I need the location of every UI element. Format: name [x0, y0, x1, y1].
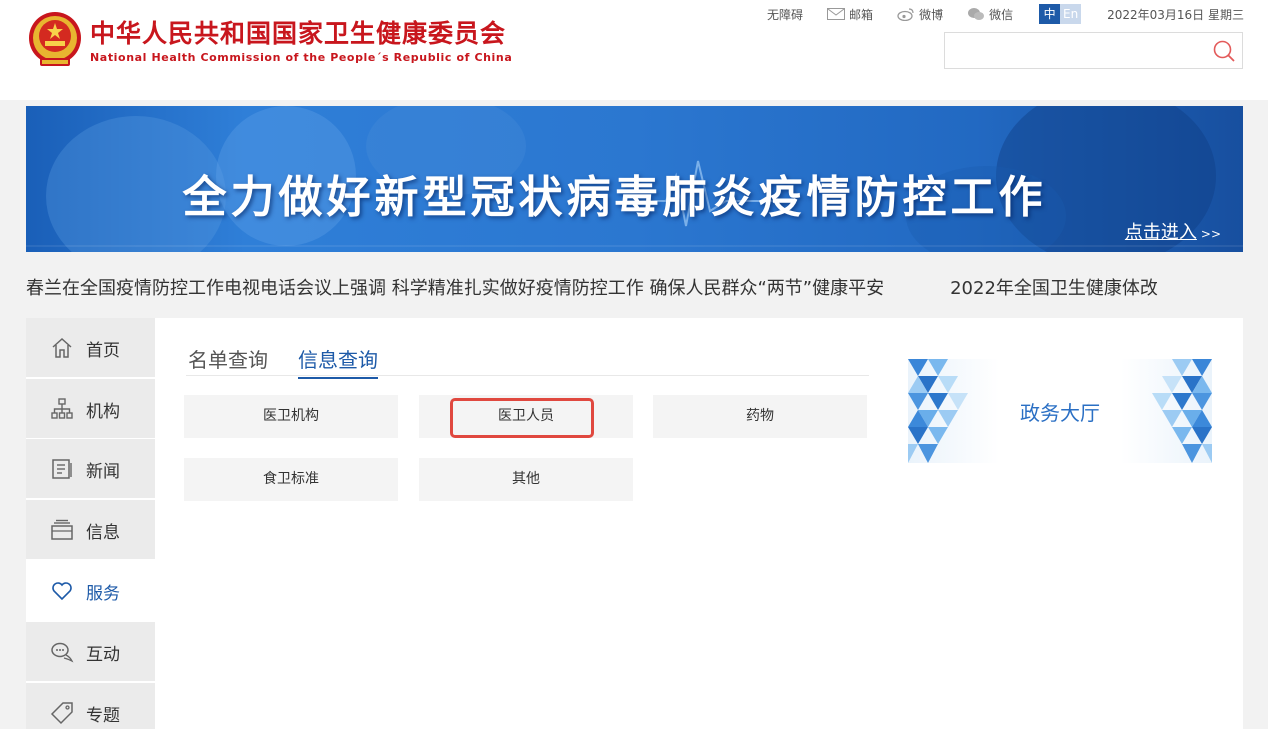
banner-enter-link[interactable]: 点击进入 >>	[1125, 218, 1221, 244]
banner-enter-arrow: >>	[1200, 227, 1221, 241]
weibo-icon	[897, 8, 914, 21]
lang-zh-button[interactable]: 中	[1039, 4, 1061, 24]
medical-institution-button[interactable]: 医卫机构	[184, 395, 398, 438]
sidebar-item-label: 信息	[86, 523, 120, 543]
wechat-icon	[968, 8, 985, 20]
epidemic-banner[interactable]: 全力做好新型冠状病毒肺炎疫情防控工作 点击进入 >>	[26, 106, 1243, 252]
accessibility-link[interactable]: 无障碍	[767, 6, 803, 23]
home-icon	[52, 337, 72, 358]
banner-enter-label: 点击进入	[1124, 222, 1197, 243]
medical-personnel-button[interactable]: 医卫人员	[419, 395, 633, 438]
org-chart-icon	[51, 398, 73, 419]
sidebar-item-org[interactable]: 机构	[26, 379, 155, 438]
info-stack-icon	[51, 519, 73, 540]
service-hall-label: 政务大厅	[1020, 401, 1100, 425]
sidebar-item-news[interactable]: 新闻	[26, 439, 155, 498]
ticker-track: 春兰在全国疫情防控工作电视电话会议上强调 科学精准扎实做好疫情防控工作 确保人民…	[26, 274, 1158, 300]
site-name-cn[interactable]: 中华人民共和国国家卫生健康委员会	[90, 14, 506, 50]
news-ticker: 春兰在全国疫情防控工作电视电话会议上强调 科学精准扎实做好疫情防控工作 确保人民…	[26, 268, 1222, 304]
sidebar-item-label: 首页	[86, 341, 120, 361]
ticker-item[interactable]: 春兰在全国疫情防控工作电视电话会议上强调 科学精准扎实做好疫情防控工作 确保人民…	[26, 274, 884, 300]
sidebar-item-topics[interactable]: 专题	[26, 683, 155, 729]
sidebar-item-label: 新闻	[86, 462, 120, 482]
mail-icon	[827, 8, 846, 20]
weibo-link[interactable]: 微博	[897, 6, 943, 23]
tab-list-query[interactable]: 名单查询	[188, 344, 268, 377]
site-name-en[interactable]: National Health Commission of the People…	[90, 51, 512, 64]
search-input[interactable]	[945, 33, 1205, 68]
tab-info-query[interactable]: 信息查询	[298, 344, 378, 379]
main-panel: 首页 机构 新闻 信息 服务 互动 专题 名单查询 信息查询 医卫机构 医卫人员…	[26, 318, 1243, 729]
drugs-button[interactable]: 药物	[653, 395, 867, 438]
sidebar-item-label: 机构	[86, 402, 120, 422]
chat-icon	[51, 642, 74, 663]
sidebar-item-interaction[interactable]: 互动	[26, 622, 155, 681]
side-navigation: 首页 机构 新闻 信息 服务 互动 专题	[26, 318, 155, 729]
heart-icon	[52, 582, 72, 601]
query-tabs: 名单查询 信息查询	[186, 338, 869, 379]
language-switch: 中 En	[1039, 4, 1082, 24]
sidebar-item-label: 互动	[86, 645, 120, 665]
lang-en-button[interactable]: En	[1060, 4, 1082, 24]
sidebar-item-home[interactable]: 首页	[26, 318, 155, 377]
top-links: 无障碍 邮箱 微博 微信 中 En 2022年03月16日 星期三	[767, 4, 1244, 24]
national-emblem-icon[interactable]	[26, 10, 84, 70]
sidebar-item-label: 专题	[86, 706, 120, 726]
wechat-label: 微信	[989, 7, 1014, 22]
service-content: 名单查询 信息查询 医卫机构 医卫人员 药物 食卫标准 其他 政务大厅	[155, 318, 1243, 729]
site-header: 中华人民共和国国家卫生健康委员会 National Health Commiss…	[0, 0, 1268, 100]
search-icon[interactable]	[1212, 39, 1236, 63]
search-box	[944, 32, 1243, 69]
ticker-item[interactable]: 2022年全国卫生健康体改	[950, 274, 1158, 300]
government-service-hall-banner[interactable]: 政务大厅	[908, 359, 1212, 463]
sidebar-item-label: 服务	[86, 584, 120, 604]
sidebar-item-service[interactable]: 服务	[26, 561, 155, 620]
wechat-link[interactable]: 微信	[967, 6, 1013, 23]
current-date: 2022年03月16日 星期三	[1107, 7, 1244, 22]
tag-icon	[50, 702, 73, 725]
banner-title: 全力做好新型冠状病毒肺炎疫情防控工作	[182, 172, 1047, 223]
mail-link[interactable]: 邮箱	[827, 6, 873, 23]
food-standards-button[interactable]: 食卫标准	[184, 458, 398, 501]
other-button[interactable]: 其他	[419, 458, 633, 501]
sidebar-item-info[interactable]: 信息	[26, 500, 155, 559]
mail-label: 邮箱	[849, 7, 874, 22]
weibo-label: 微博	[919, 7, 944, 22]
news-icon	[52, 459, 72, 479]
